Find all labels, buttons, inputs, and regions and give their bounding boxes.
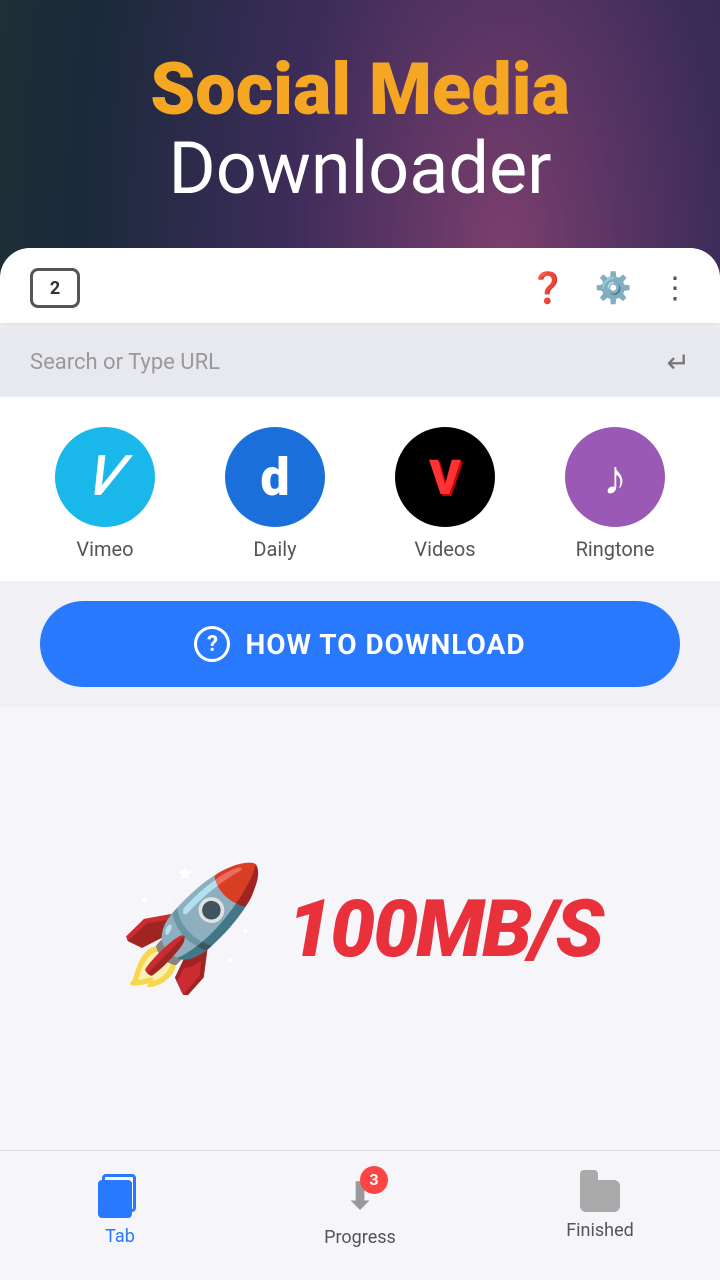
settings-icon[interactable]: ⚙️ <box>595 271 632 306</box>
videos-icon: V <box>395 427 495 527</box>
nav-finished[interactable]: Finished <box>480 1180 720 1241</box>
videos-label: Videos <box>414 537 475 561</box>
help-icon[interactable]: ❓ <box>529 271 566 306</box>
nav-tab-label: Tab <box>105 1226 135 1247</box>
main-card: 2 ❓ ⚙️ ⋮ Search or Type URL ↵ 𝑉 Vimeo d <box>0 248 720 1280</box>
tab-icon <box>98 1174 142 1218</box>
bottom-nav: Tab ⬇ 3 Progress Finished <box>0 1150 720 1280</box>
search-input[interactable]: Search or Type URL <box>30 350 667 375</box>
tab-count[interactable]: 2 <box>30 268 80 308</box>
shortcut-videos[interactable]: V Videos <box>395 427 495 561</box>
more-icon[interactable]: ⋮ <box>660 271 690 306</box>
app-content: Social Media Downloader 2 ❓ ⚙️ ⋮ Search … <box>0 0 720 1280</box>
header: Social Media Downloader <box>0 0 720 238</box>
how-to-label: HOW TO DOWNLOAD <box>245 628 525 661</box>
daily-label: Daily <box>253 537 296 561</box>
progress-badge-wrapper: ⬇ 3 <box>344 1174 376 1219</box>
vimeo-icon: 𝑉 <box>55 427 155 527</box>
speed-section: 🚀 100MB/S <box>0 707 720 1150</box>
shortcut-daily[interactable]: d Daily <box>225 427 325 561</box>
rocket-icon: 🚀 <box>118 869 267 989</box>
daily-icon: d <box>225 427 325 527</box>
speed-value: 100MB/S <box>287 882 602 976</box>
ringtone-label: Ringtone <box>576 537 655 561</box>
nav-progress-label: Progress <box>324 1227 396 1248</box>
vimeo-label: Vimeo <box>76 537 133 561</box>
shortcut-ringtone[interactable]: ♪ Ringtone <box>565 427 665 561</box>
browser-bar: 2 ❓ ⚙️ ⋮ <box>0 248 720 323</box>
ringtone-icon: ♪ <box>565 427 665 527</box>
how-to-help-icon: ? <box>194 626 230 662</box>
shortcut-vimeo[interactable]: 𝑉 Vimeo <box>55 427 155 561</box>
browser-icons: ❓ ⚙️ ⋮ <box>529 271 690 306</box>
title-line2: Downloader <box>20 129 700 208</box>
how-to-download-button[interactable]: ? HOW TO DOWNLOAD <box>40 601 680 687</box>
nav-progress[interactable]: ⬇ 3 Progress <box>240 1174 480 1248</box>
nav-finished-label: Finished <box>566 1220 634 1241</box>
title-line1: Social Media <box>20 50 700 129</box>
app-shortcuts-row: 𝑉 Vimeo d Daily V Videos ♪ Ri <box>0 397 720 581</box>
search-bar[interactable]: Search or Type URL ↵ <box>0 328 720 397</box>
enter-icon: ↵ <box>667 346 690 379</box>
nav-tab[interactable]: Tab <box>0 1174 240 1247</box>
folder-icon <box>580 1180 620 1212</box>
progress-badge: 3 <box>360 1166 388 1194</box>
